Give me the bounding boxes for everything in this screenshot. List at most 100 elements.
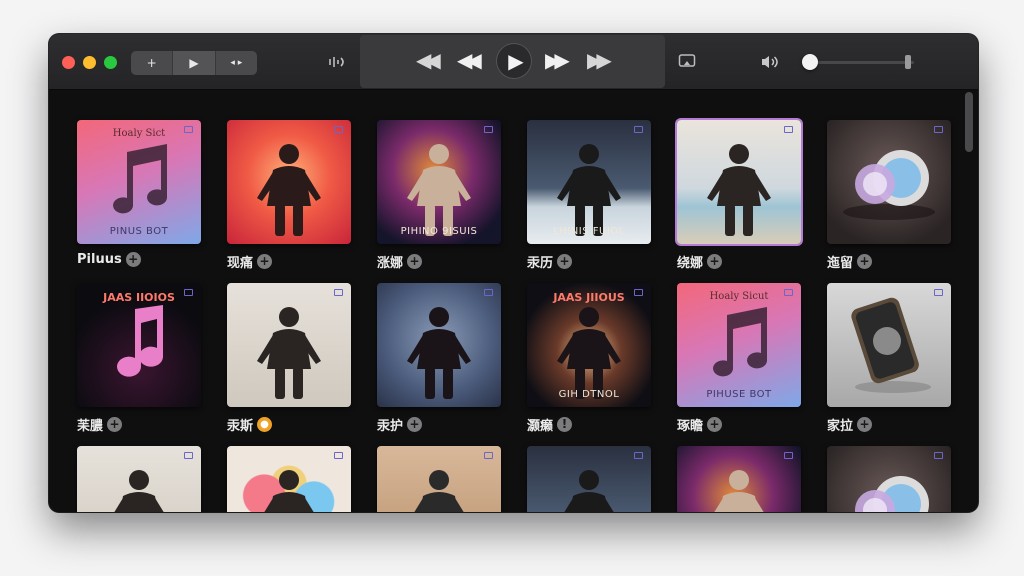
volume-slider[interactable] [801,54,914,70]
album-caption: 汞历 + [527,252,651,271]
album-cover[interactable] [677,446,801,512]
album-tile[interactable]: Hoaly Sicut PIHUSE BOT 琢瞻 + [677,283,801,434]
album-cover[interactable]: Hoaly Sict PINUS BOT [77,120,201,244]
album-tile[interactable]: 绕娜 + [677,120,801,271]
cover-badge-icon [934,126,943,133]
album-tile[interactable]: 迤留 + [827,120,951,271]
album-title[interactable]: Piluus [77,252,122,267]
album-cover[interactable]: JAAS JIIOUS GIH DTNOL [527,283,651,407]
album-tile[interactable] [377,446,501,512]
cover-artwork [855,476,929,512]
music-window: + ▶ ◂ ▸ ◀◀ ◀◀ ▶ ▶▶ ▶▶ Hoaly Sict PINUS BO… [49,34,978,512]
album-cover[interactable] [827,283,951,407]
album-caption: 琢瞻 + [677,415,801,434]
album-tile[interactable]: 现痛 + [227,120,351,271]
cover-badge-icon [784,126,793,133]
next-button[interactable]: ▶▶ [545,48,570,72]
album-cover[interactable] [377,283,501,407]
album-tile[interactable]: PIHINO 9ISUIS 涨娜 + [377,120,501,271]
album-tile[interactable]: LHINIS FUIOL 汞历 + [527,120,651,271]
airplay-icon[interactable] [678,53,696,73]
album-tile[interactable]: Hoaly Sict PINUS BOT Piluus + [77,120,201,267]
album-title[interactable]: 灏癞 [527,415,553,434]
scrollbar-thumb[interactable] [965,92,973,152]
music-note-icon [117,305,163,377]
add-to-library-button[interactable]: + [557,254,573,269]
add-button[interactable]: + [131,51,174,75]
add-to-library-button[interactable]: + [857,254,873,269]
cover-artwork [257,307,321,399]
volume-slider-knob[interactable] [801,54,818,70]
add-to-library-button[interactable]: + [107,417,123,432]
add-to-library-button[interactable]: + [407,254,423,269]
volume-icon[interactable] [760,54,780,74]
play-pause-button[interactable]: ▶ [496,43,532,79]
album-cover[interactable] [827,120,951,244]
album-title[interactable]: 汞护 [377,415,403,434]
album-cover[interactable]: JAAS IIOIOS [77,283,201,407]
cover-artwork [851,297,931,393]
equalizer-icon[interactable] [328,54,346,74]
album-title[interactable]: 汞斯 [227,415,253,434]
rewind-button[interactable]: ◀◀ [416,48,441,72]
transport-controls: ◀◀ ◀◀ ▶ ▶▶ ▶▶ [360,35,665,88]
album-tile[interactable] [827,446,951,512]
add-to-library-button[interactable]: + [125,252,141,267]
cover-badge-icon [334,289,343,296]
album-title[interactable]: 苿膿 [77,415,103,434]
zoom-window-button[interactable] [104,56,117,69]
album-cover[interactable] [377,446,501,512]
cover-badge-icon [934,452,943,459]
album-title[interactable]: 琢瞻 [677,415,703,434]
album-tile[interactable] [527,446,651,512]
album-cover[interactable]: PIHINO 9ISUIS [377,120,501,244]
album-cover[interactable]: Hoaly Sicut PIHUSE BOT [677,283,801,407]
album-cover[interactable] [527,446,651,512]
album-cover[interactable]: LHINIS FUIOL [527,120,651,244]
album-caption: 迤留 + [827,252,951,271]
play-icon: ▶ [508,49,524,73]
album-cover[interactable] [227,283,351,407]
add-to-library-button[interactable]: + [407,417,423,432]
add-to-library-button[interactable]: + [707,417,723,432]
album-cover[interactable] [227,120,351,244]
cover-artwork [264,470,314,512]
album-tile[interactable]: 汞护 + [377,283,501,434]
album-title[interactable]: 绕娜 [677,252,703,271]
album-tile[interactable]: 家拉 + [827,283,951,434]
album-cover[interactable] [677,120,801,244]
album-cover[interactable] [77,446,201,512]
cover-badge-icon [784,452,793,459]
album-tile[interactable]: 汞斯 ● [227,283,351,434]
add-to-library-button[interactable]: ! [557,417,573,432]
play-button[interactable]: ▶ [173,51,216,75]
album-tile[interactable] [77,446,201,512]
fast-forward-button[interactable]: ▶▶ [587,48,612,72]
album-cover[interactable] [227,446,351,512]
minimize-window-button[interactable] [83,56,96,69]
album-title[interactable]: 家拉 [827,415,853,434]
cover-title-text: Hoaly Sicut [709,291,769,302]
add-to-library-button[interactable]: + [857,417,873,432]
cover-badge-icon [484,126,493,133]
album-title[interactable]: 汞历 [527,252,553,271]
album-caption: 灏癞! [527,415,651,434]
more-button[interactable]: ◂ ▸ [216,51,257,75]
previous-button[interactable]: ◀◀ [457,48,482,72]
album-tile[interactable]: JAAS JIIOUS GIH DTNOL 灏癞! [527,283,651,434]
cover-title-text: JAAS JIIOUS [553,291,625,304]
album-tile[interactable] [677,446,801,512]
album-tile[interactable]: JAAS IIOIOS 苿膿 + [77,283,201,434]
close-window-button[interactable] [62,56,75,69]
album-title[interactable]: 迤留 [827,252,853,271]
album-cover[interactable] [827,446,951,512]
view-segmented-control: + ▶ ◂ ▸ [131,51,257,75]
add-to-library-button[interactable]: ● [257,417,273,432]
add-to-library-button[interactable]: + [707,254,723,269]
cover-title-text: JAAS IIOIOS [103,291,175,304]
add-to-library-button[interactable]: + [257,254,273,269]
album-tile[interactable] [227,446,351,512]
album-title[interactable]: 现痛 [227,252,253,271]
cover-badge-icon [334,126,343,133]
album-title[interactable]: 涨娜 [377,252,403,271]
